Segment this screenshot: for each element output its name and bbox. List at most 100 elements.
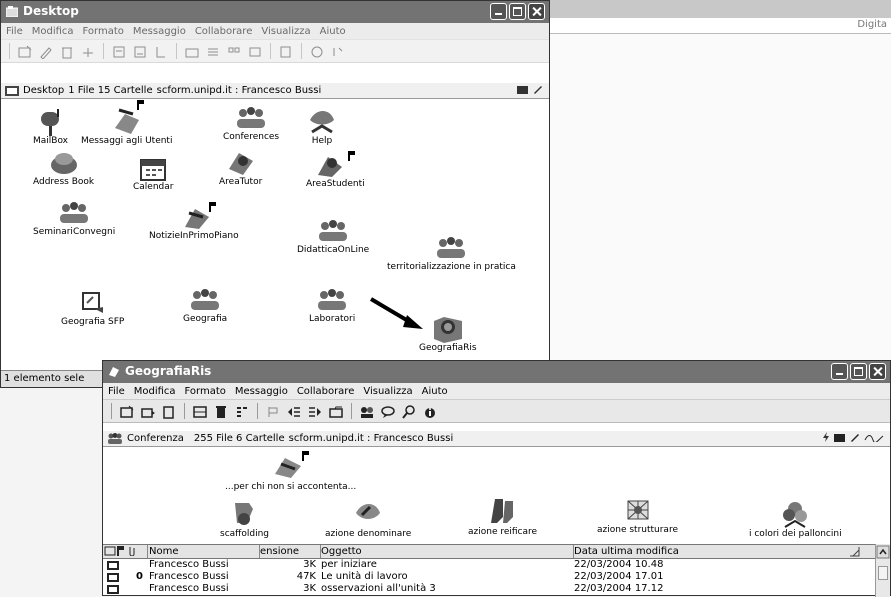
maximize-button[interactable]: [850, 363, 867, 380]
sort-icon[interactable]: [330, 44, 346, 58]
menu-visualizza[interactable]: Visualizza: [261, 26, 310, 37]
attach-icon[interactable]: [153, 44, 169, 58]
icon-messaggi[interactable]: Messaggi agli Utenti: [81, 98, 172, 146]
minimize-button[interactable]: [831, 363, 848, 380]
icon-azione-strutturare[interactable]: azione strutturare: [597, 497, 678, 535]
list-icon[interactable]: [205, 44, 221, 58]
conference-group-icon: [60, 202, 89, 223]
desktop-window: Desktop File Modifica Formato Messaggio …: [0, 0, 550, 388]
message-icon: [107, 561, 119, 570]
menu-file[interactable]: File: [108, 386, 125, 397]
info-icon[interactable]: [422, 404, 438, 418]
icon-azione-denominare[interactable]: azione denominare: [325, 499, 411, 539]
icon-geografiaris[interactable]: GeografiaRis: [419, 313, 477, 353]
column-flags[interactable]: [103, 545, 148, 558]
icon-help[interactable]: Help: [306, 106, 338, 146]
folder-up-icon[interactable]: [328, 404, 344, 418]
menu-collaborare[interactable]: Collaborare: [297, 386, 355, 397]
thread-icon[interactable]: [247, 44, 263, 58]
message-icon: [107, 573, 119, 582]
tool-icon[interactable]: [80, 44, 96, 58]
icon-per-chi-non[interactable]: ...per chi non si accontenta...: [225, 450, 356, 492]
new-message-icon[interactable]: [119, 404, 135, 418]
address-bar[interactable]: Digita: [548, 18, 891, 34]
icon-didattica[interactable]: DidatticaOnLine: [297, 219, 369, 255]
menu-collaborare[interactable]: Collaborare: [195, 26, 253, 37]
sign-icon[interactable]: [864, 432, 884, 442]
icon-azione-reificare[interactable]: azione reificare: [468, 495, 537, 537]
icon-seminari[interactable]: SeminariConvegni: [33, 201, 115, 237]
reply-icon[interactable]: [38, 44, 54, 60]
lightning-icon[interactable]: [822, 432, 830, 442]
pencil-icon[interactable]: [850, 432, 860, 442]
trash-icon[interactable]: [59, 44, 75, 59]
table-row[interactable]: 0 Francesco Bussi 47K Le unità di lavoro…: [103, 571, 890, 583]
search-icon[interactable]: [401, 404, 417, 419]
conference-group-icon: [237, 107, 266, 128]
icon-territorializzazione[interactable]: territorializzazione in pratica: [387, 236, 516, 272]
reply-icon[interactable]: [140, 404, 156, 418]
icon-scaffolding[interactable]: scaffolding: [220, 499, 269, 539]
outline-icon[interactable]: [234, 404, 250, 418]
new-message-icon[interactable]: [17, 44, 33, 58]
menu-messaggio[interactable]: Messaggio: [235, 386, 288, 397]
column-data[interactable]: Data ultima modifica: [574, 545, 864, 558]
next-icon[interactable]: [307, 404, 323, 418]
icon-colori-palloncini[interactable]: i colori dei palloncini: [749, 499, 842, 539]
column-nome[interactable]: Nome: [149, 545, 260, 558]
menu-aiuto[interactable]: Aiuto: [422, 386, 448, 397]
icon-mailbox[interactable]: MailBox: [33, 106, 68, 146]
chat-icon[interactable]: [380, 404, 396, 418]
icon-laboratori[interactable]: Laboratori: [309, 288, 355, 324]
scroll-up-icon[interactable]: [876, 545, 890, 559]
previous-icon[interactable]: [286, 404, 302, 418]
icon-notizie[interactable]: NotizieInPrimoPiano: [149, 201, 239, 241]
flag-icon[interactable]: [265, 404, 281, 418]
menu-formato[interactable]: Formato: [185, 386, 226, 397]
column-oggetto[interactable]: Oggetto: [321, 545, 574, 558]
trash-icon[interactable]: [213, 404, 229, 418]
vertical-scrollbar[interactable]: [875, 544, 890, 597]
form-icon[interactable]: [111, 44, 127, 58]
attachment-indicator: [135, 583, 145, 595]
minimize-button[interactable]: [490, 3, 507, 20]
scroll-thumb[interactable]: [878, 566, 888, 580]
geografiaris-titlebar[interactable]: GeografiaRis: [103, 361, 890, 384]
table-row[interactable]: Francesco Bussi 3K osservazioni all'unit…: [103, 583, 890, 595]
icon-geografia[interactable]: Geografia: [183, 288, 227, 324]
row-size: 47K: [296, 571, 316, 582]
table-row[interactable]: Francesco Bussi 3K per iniziare 22/03/20…: [103, 559, 890, 571]
people-icon[interactable]: [359, 404, 375, 418]
pencil-icon[interactable]: [533, 84, 543, 94]
grid-icon[interactable]: [226, 44, 242, 58]
open-folder-icon[interactable]: [834, 432, 846, 442]
open-folder-icon[interactable]: [517, 84, 529, 94]
maximize-button[interactable]: [509, 3, 526, 20]
column-dimensione[interactable]: ensione: [260, 545, 321, 558]
icon-areatutor[interactable]: AreaTutor: [219, 149, 262, 187]
desktop-titlebar[interactable]: Desktop: [1, 1, 549, 24]
folder-icon[interactable]: [184, 44, 200, 58]
menu-file[interactable]: File: [6, 26, 23, 37]
form-icon[interactable]: [192, 404, 208, 418]
scaffolding-icon: [234, 503, 253, 525]
icon-calendar[interactable]: Calendar: [133, 156, 173, 192]
header-flags-icon: [104, 546, 135, 557]
form2-icon[interactable]: [132, 44, 148, 58]
new-doc-icon[interactable]: [161, 404, 177, 419]
close-button[interactable]: [528, 3, 545, 20]
menu-messaggio[interactable]: Messaggio: [133, 26, 186, 37]
icon-areastudenti[interactable]: AreaStudenti: [306, 149, 365, 189]
menu-modifica[interactable]: Modifica: [134, 386, 176, 397]
icon-address-book[interactable]: Address Book: [33, 149, 94, 187]
close-button[interactable]: [869, 363, 886, 380]
icon-conferences[interactable]: Conferences: [223, 106, 279, 142]
icon-geografia-sfp[interactable]: Geografia SFP: [61, 289, 124, 327]
menu-modifica[interactable]: Modifica: [32, 26, 74, 37]
menu-formato[interactable]: Formato: [83, 26, 124, 37]
column-resize-icon[interactable]: [848, 546, 860, 557]
page-icon[interactable]: [278, 44, 294, 58]
menu-aiuto[interactable]: Aiuto: [320, 26, 346, 37]
chat-icon[interactable]: [309, 44, 325, 58]
menu-visualizza[interactable]: Visualizza: [363, 386, 412, 397]
